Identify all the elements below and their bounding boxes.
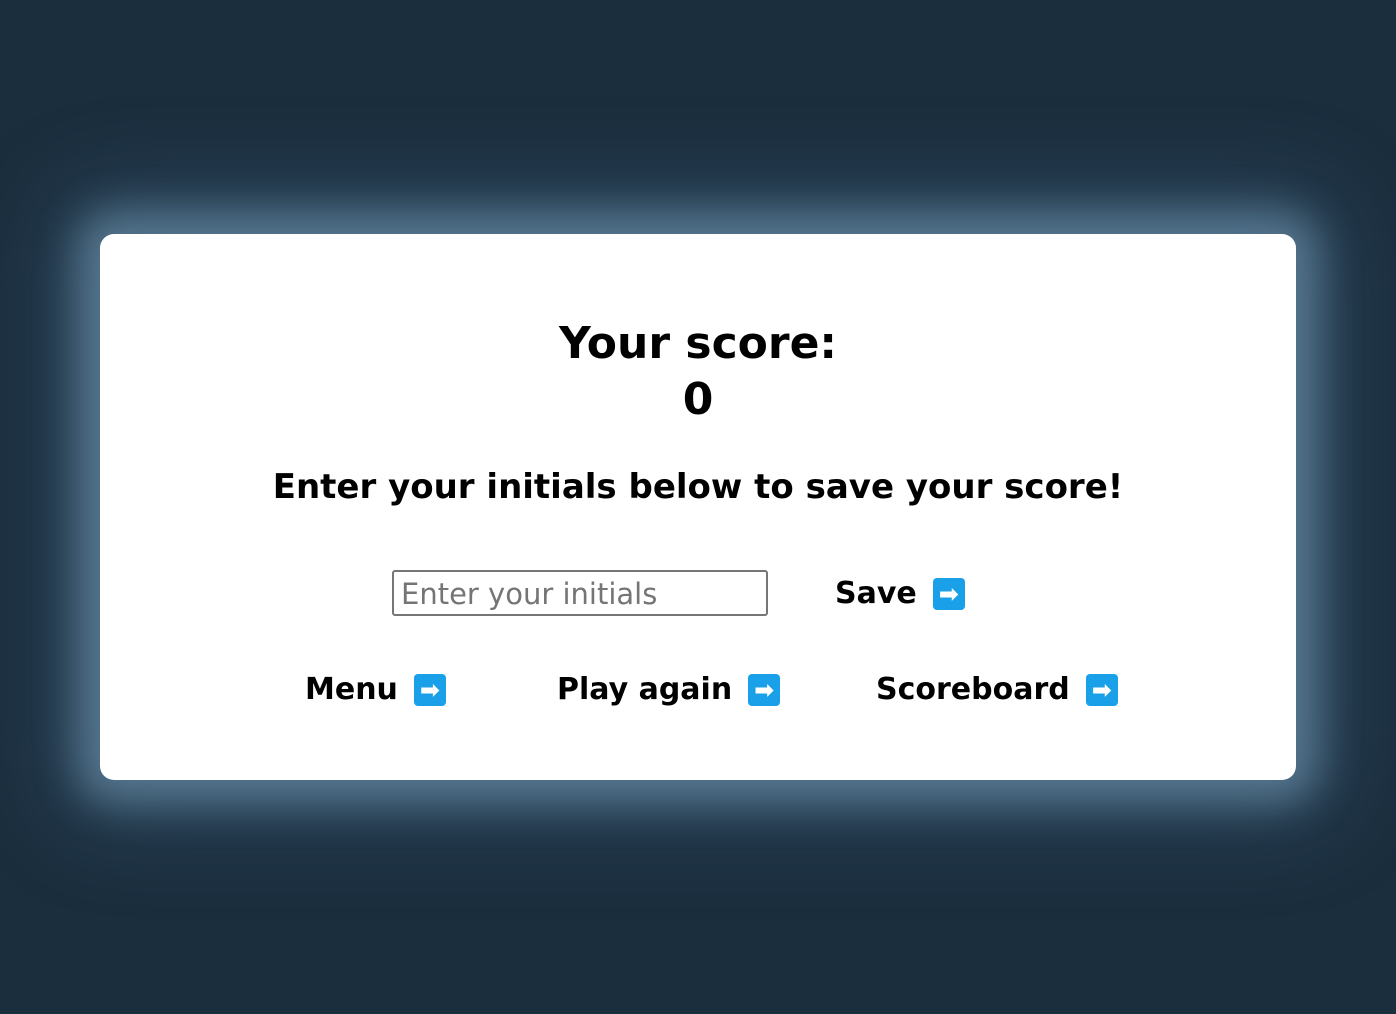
play-again-button[interactable]: Play again ➡ <box>557 672 781 707</box>
save-button[interactable]: Save ➡ <box>835 576 965 611</box>
scoreboard-button[interactable]: Scoreboard ➡ <box>876 672 1118 707</box>
initials-input[interactable] <box>392 570 768 616</box>
menu-button[interactable]: Menu ➡ <box>305 672 446 707</box>
game-over-screen: Your score: 0 Enter your initials below … <box>0 0 1396 1014</box>
right-arrow-icon: ➡ <box>748 673 781 706</box>
score-title: Your score: <box>558 318 838 369</box>
play-again-button-label: Play again <box>557 672 733 707</box>
score-card: Your score: 0 Enter your initials below … <box>100 234 1296 780</box>
save-instructions: Enter your initials below to save your s… <box>272 467 1124 507</box>
menu-button-label: Menu <box>305 672 398 707</box>
right-arrow-icon: ➡ <box>413 673 446 706</box>
right-arrow-icon: ➡ <box>932 577 965 610</box>
scoreboard-button-label: Scoreboard <box>876 672 1070 707</box>
save-button-label: Save <box>835 576 917 611</box>
right-arrow-icon: ➡ <box>1085 673 1118 706</box>
score-value: 0 <box>682 374 714 425</box>
